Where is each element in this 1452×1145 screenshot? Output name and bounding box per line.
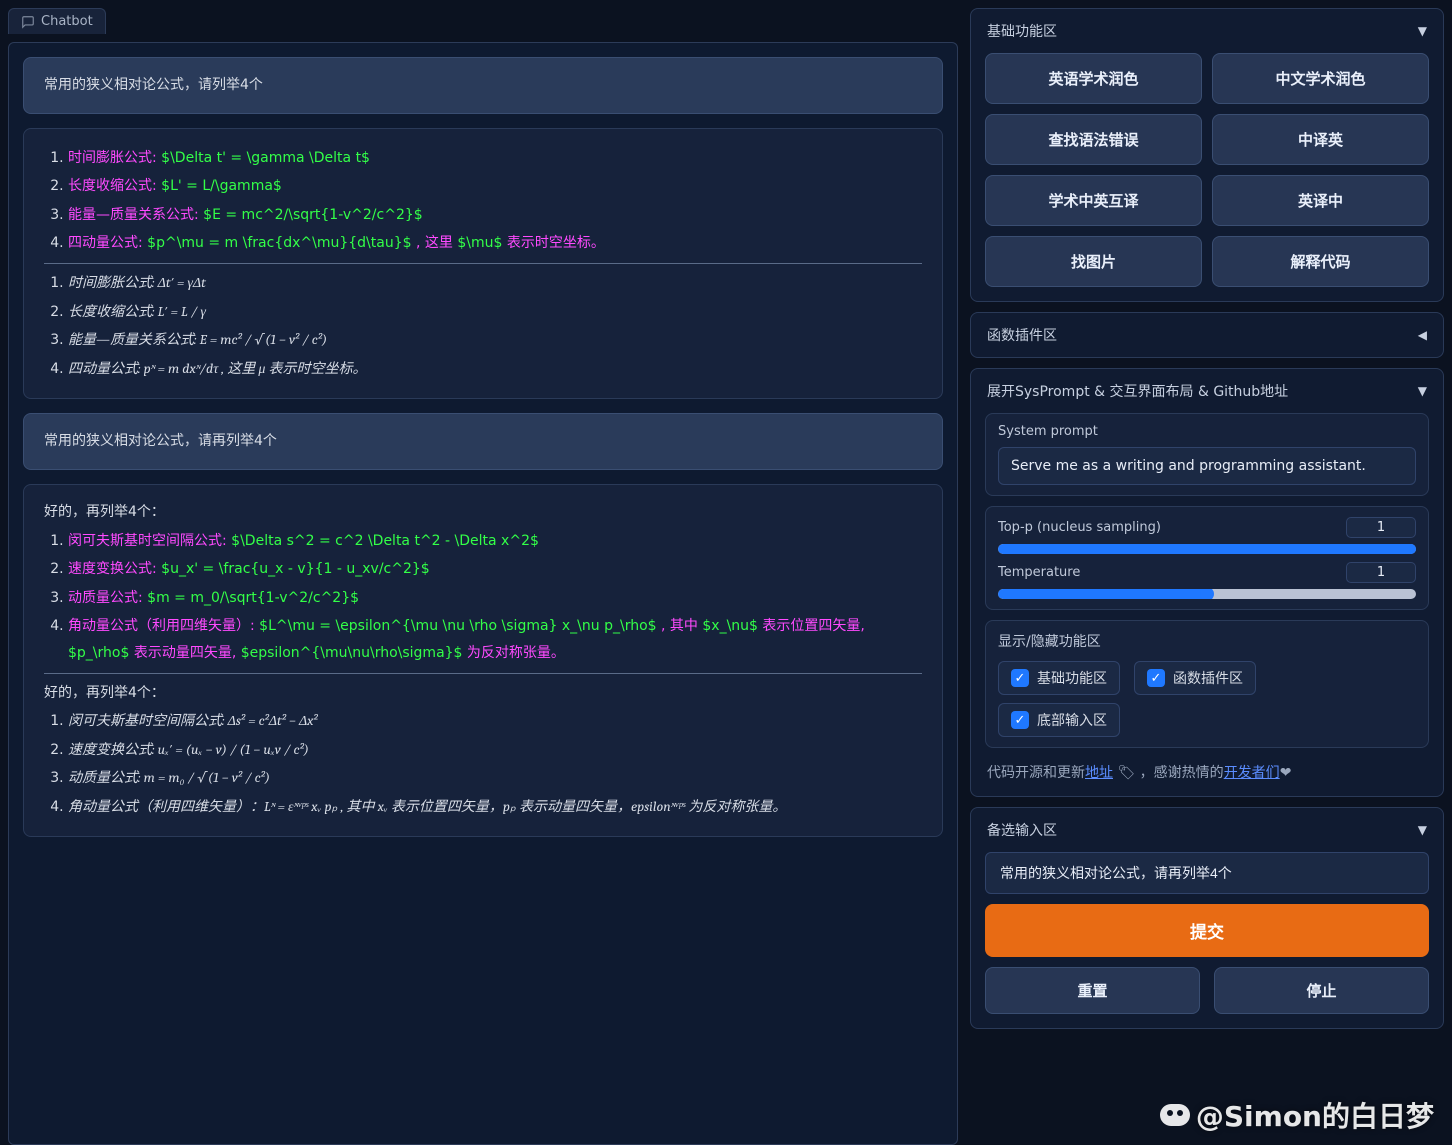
chk-label: 基础功能区 (1037, 668, 1107, 688)
sys-prompt-input[interactable]: Serve me as a writing and programming as… (998, 447, 1416, 485)
panel-title: 基础功能区 (987, 21, 1057, 41)
collapse-toggle[interactable]: ▼ (1418, 24, 1427, 38)
chk-basic[interactable]: ✓ 基础功能区 (998, 661, 1120, 695)
contributors-link[interactable]: 开发者们 (1224, 765, 1280, 781)
expand-toggle[interactable]: ◀ (1418, 328, 1427, 342)
check-icon: ✓ (1147, 669, 1165, 687)
divider (44, 673, 922, 674)
chk-label: 函数插件区 (1173, 668, 1243, 688)
assistant-message: 好的，再列举4个： 闵可夫斯基时空间隔公式: $\Delta s^2 = c^2… (23, 484, 943, 838)
formula-list-raw: 闵可夫斯基时空间隔公式: $\Delta s^2 = c^2 \Delta t^… (44, 528, 922, 667)
system-prompt-box: System prompt Serve me as a writing and … (985, 413, 1429, 496)
fn-btn-zh-to-en[interactable]: 中译英 (1212, 114, 1429, 165)
formula-list-rendered: 时间膨胀公式: Δt′ = γΔt 长度收缩公式: L′ = L / γ 能量—… (44, 270, 922, 382)
repo-link[interactable]: 地址 (1085, 765, 1113, 781)
topp-value[interactable]: 1 (1346, 517, 1416, 538)
display-title: 显示/隐藏功能区 (998, 631, 1416, 651)
fn-btn-grammar-check[interactable]: 查找语法错误 (985, 114, 1202, 165)
message-text: 常用的狭义相对论公式，请列举4个 (44, 77, 263, 93)
fn-btn-explain-code[interactable]: 解释代码 (1212, 236, 1429, 287)
sys-prompt-label: System prompt (998, 424, 1416, 439)
list-item: 闵可夫斯基时空间隔公式: Δs² = c²Δt² − Δx² (68, 708, 922, 735)
fn-btn-chinese-polish[interactable]: 中文学术润色 (1212, 53, 1429, 104)
intro-text: 好的，再列举4个： (44, 499, 922, 526)
formula-list-rendered: 闵可夫斯基时空间隔公式: Δs² = c²Δt² − Δx² 速度变换公式: u… (44, 708, 922, 820)
formula-list-raw: 时间膨胀公式: $\Delta t' = \gamma \Delta t$ 长度… (44, 145, 922, 257)
basic-panel: 基础功能区 ▼ 英语学术润色 中文学术润色 查找语法错误 中译英 学术中英互译 … (970, 8, 1444, 302)
list-item: 能量—质量关系公式: E = mc² / √(1 − v² / c²) (68, 327, 922, 354)
plugin-panel: 函数插件区 ◀ (970, 312, 1444, 358)
list-item: 能量—质量关系公式: $E = mc^2/\sqrt{1-v^2/c^2}$ (68, 202, 922, 229)
topp-slider[interactable] (998, 544, 1416, 554)
collapse-toggle[interactable]: ▼ (1418, 384, 1427, 398)
topp-label: Top-p (nucleus sampling) (998, 520, 1161, 535)
panel-title: 展开SysPrompt & 交互界面布局 & Github地址 (987, 381, 1288, 401)
list-item: 四动量公式: $p^\mu = m \frac{dx^\mu}{d\tau}$ … (68, 230, 922, 257)
alt-input-panel: 备选输入区 ▼ 提交 重置 停止 (970, 807, 1444, 1029)
fn-btn-en-to-zh[interactable]: 英译中 (1212, 175, 1429, 226)
user-message: 常用的狭义相对论公式，请再列举4个 (23, 413, 943, 470)
chk-plugins[interactable]: ✓ 函数插件区 (1134, 661, 1256, 695)
panel-title: 函数插件区 (987, 325, 1057, 345)
intro-text: 好的，再列举4个： (44, 680, 922, 707)
fn-btn-find-image[interactable]: 找图片 (985, 236, 1202, 287)
submit-button[interactable]: 提交 (985, 904, 1429, 957)
divider (44, 263, 922, 264)
display-toggles: 显示/隐藏功能区 ✓ 基础功能区 ✓ 函数插件区 ✓ 底部输入区 (985, 620, 1429, 748)
chk-label: 底部输入区 (1037, 710, 1107, 730)
tab-bar: Chatbot (8, 8, 958, 34)
temp-value[interactable]: 1 (1346, 562, 1416, 583)
reset-button[interactable]: 重置 (985, 967, 1200, 1014)
fn-btn-academic-bitrans[interactable]: 学术中英互译 (985, 175, 1202, 226)
message-text: 常用的狭义相对论公式，请再列举4个 (44, 433, 277, 449)
list-item: 动质量公式: m = m₀ / √(1 − v² / c²) (68, 765, 922, 792)
list-item: 时间膨胀公式: Δt′ = γΔt (68, 270, 922, 297)
list-item: 时间膨胀公式: $\Delta t' = \gamma \Delta t$ (68, 145, 922, 172)
check-icon: ✓ (1011, 711, 1029, 729)
list-item: 长度收缩公式: L′ = L / γ (68, 299, 922, 326)
tab-label: Chatbot (41, 14, 93, 29)
assistant-message: 时间膨胀公式: $\Delta t' = \gamma \Delta t$ 长度… (23, 128, 943, 400)
list-item: 闵可夫斯基时空间隔公式: $\Delta s^2 = c^2 \Delta t^… (68, 528, 922, 555)
sliders-box: Top-p (nucleus sampling) 1 Temperature 1 (985, 506, 1429, 610)
temp-label: Temperature (998, 565, 1080, 580)
list-item: 四动量公式: pᶰ = m dxᶰ/dτ , 这里 μ 表示时空坐标。 (68, 356, 922, 383)
sysprompt-panel: 展开SysPrompt & 交互界面布局 & Github地址 ▼ System… (970, 368, 1444, 797)
list-item: 角动量公式（利用四维矢量）: $L^\mu = \epsilon^{\mu \n… (68, 613, 922, 666)
list-item: 速度变换公式: uₓ′ = (uₓ − v) / (1 − uₓv / c²) (68, 737, 922, 764)
list-item: 长度收缩公式: $L' = L/\gamma$ (68, 173, 922, 200)
user-message: 常用的狭义相对论公式，请列举4个 (23, 57, 943, 114)
alt-input-field[interactable] (985, 852, 1429, 894)
footer-note: 代码开源和更新地址 🏷 ，感谢热情的开发者们❤ (985, 758, 1429, 782)
chat-area[interactable]: 常用的狭义相对论公式，请列举4个 时间膨胀公式: $\Delta t' = \g… (8, 42, 958, 1145)
fn-btn-english-polish[interactable]: 英语学术润色 (985, 53, 1202, 104)
stop-button[interactable]: 停止 (1214, 967, 1429, 1014)
check-icon: ✓ (1011, 669, 1029, 687)
tab-chatbot[interactable]: Chatbot (8, 8, 106, 34)
panel-title: 备选输入区 (987, 820, 1057, 840)
chat-icon (21, 15, 35, 29)
collapse-toggle[interactable]: ▼ (1418, 823, 1427, 837)
list-item: 角动量公式（利用四维矢量）：Lᶰ = εᶰᵛᵖˢ xᵥ pₚ , 其中 xᵥ 表… (68, 794, 922, 821)
temp-slider[interactable] (998, 589, 1416, 599)
chk-bottom-input[interactable]: ✓ 底部输入区 (998, 703, 1120, 737)
list-item: 速度变换公式: $u_x' = \frac{u_x - v}{1 - u_xv/… (68, 556, 922, 583)
list-item: 动质量公式: $m = m_0/\sqrt{1-v^2/c^2}$ (68, 585, 922, 612)
